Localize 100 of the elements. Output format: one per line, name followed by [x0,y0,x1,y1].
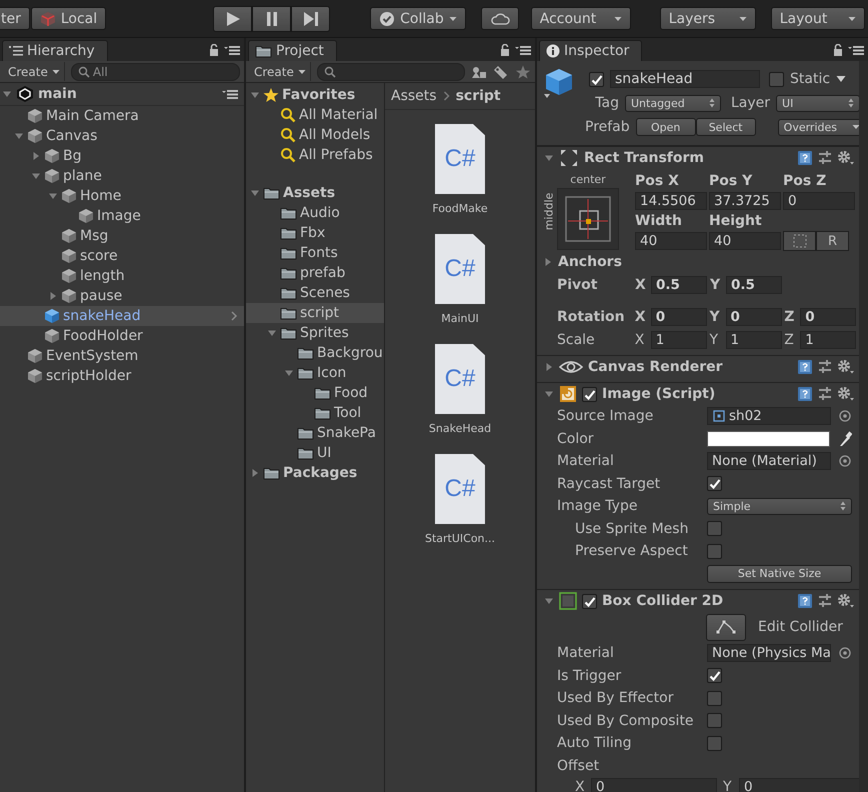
checkbox[interactable] [769,72,784,86]
number-field[interactable]: 0 [650,308,707,326]
color-field[interactable] [707,430,830,447]
tree-item[interactable]: EventSystem [0,346,244,366]
breadcrumb-item[interactable]: Assets [391,88,437,104]
component-header[interactable]: Box Collider 2D [537,589,859,612]
blueprint-button[interactable] [783,231,816,251]
tree-item[interactable]: Msg [0,226,244,246]
checkbox[interactable] [707,544,722,559]
component-header[interactable]: Canvas Renderer [537,355,859,378]
tree-item[interactable]: All Models [246,125,384,145]
hierarchy-tab[interactable]: Hierarchy [2,40,108,61]
tree-item[interactable]: Backgrou [246,343,384,363]
prefab-button[interactable]: Select [696,118,756,136]
sliders-icon[interactable] [817,593,833,609]
prefab-button[interactable]: Open [636,118,696,136]
tree-item[interactable]: snakeHead [0,306,244,326]
layers-dropdown[interactable]: Layers [660,7,756,30]
overrides-dropdown[interactable]: Overrides [778,118,859,136]
tree-item[interactable]: Fonts [246,243,384,263]
search-field[interactable]: All [70,62,240,80]
number-field[interactable]: 1 [650,330,707,348]
caret-icon[interactable] [836,75,846,83]
set-native-size-button[interactable]: Set Native Size [707,564,852,583]
tree-item[interactable]: Bg [0,146,244,166]
disclosure-arrow-icon[interactable] [544,153,554,163]
dropdown[interactable]: Simple [707,498,852,515]
tree-item[interactable]: All Material [246,105,384,125]
menu-icon[interactable] [224,44,240,54]
pause-button[interactable] [252,6,292,32]
number-field[interactable]: 40 [709,232,781,250]
number-field[interactable]: 37.3725 [709,192,781,210]
raw-edit-button[interactable]: R [816,231,849,251]
search-field[interactable] [316,62,465,80]
cloud-button[interactable] [480,7,519,30]
checkbox[interactable] [582,594,597,608]
number-field[interactable]: 1 [726,330,782,348]
tree-item[interactable]: scriptHolder [0,366,244,386]
disclosure-arrow-icon[interactable] [543,257,553,267]
filter-type-icon[interactable] [471,64,487,78]
help-icon[interactable] [797,386,813,402]
disclosure-arrow-icon[interactable] [267,328,277,338]
disclosure-arrow-icon[interactable] [250,90,260,100]
tree-item[interactable]: All Prefabs [246,145,384,165]
tree-item[interactable]: script [246,303,384,323]
lock-icon[interactable] [833,44,843,56]
chevron-icon[interactable] [230,311,238,321]
object-field[interactable]: None (Material) [707,452,831,470]
create-dropdown[interactable]: Create [4,62,65,81]
disclosure-arrow-icon[interactable] [544,389,554,399]
tree-item[interactable]: Food [246,383,384,403]
tree-item[interactable]: Canvas [0,126,244,146]
disclosure-arrow-icon[interactable] [544,362,554,372]
settings-icon[interactable] [837,386,855,402]
checkbox[interactable] [589,72,604,86]
checkbox[interactable] [707,713,722,728]
lock-icon[interactable] [500,44,510,56]
star-icon[interactable] [515,64,531,78]
number-field[interactable]: 0.5 [651,276,707,294]
tree-item[interactable]: Fbx [246,223,384,243]
tree-item[interactable]: Scenes [246,283,384,303]
anchor-preset[interactable] [557,188,619,250]
tree-item[interactable]: prefab [246,263,384,283]
tree-item[interactable]: SnakePa [246,423,384,443]
tree-item[interactable]: Icon [246,363,384,383]
tree-item[interactable]: Main Camera [0,106,244,126]
number-field[interactable]: 0 [800,308,856,326]
breadcrumb-item[interactable]: script [456,88,501,104]
tree-item[interactable]: FoodHolder [0,326,244,346]
tree-item[interactable]: pause [0,286,244,306]
disclosure-arrow-icon[interactable] [31,171,41,181]
number-field[interactable]: 0 [783,192,855,210]
inspector-tab[interactable]: Inspector [539,40,642,61]
layer-dropdown[interactable]: UI [776,94,859,112]
tree-item[interactable]: Packages [246,463,384,483]
space-toggle[interactable]: Local [30,7,106,30]
object-field[interactable]: sh02 [707,407,831,426]
play-button[interactable] [213,6,252,32]
number-field[interactable]: 1 [800,330,856,348]
tree-item[interactable]: Audio [246,203,384,223]
tree-item[interactable]: score [0,246,244,266]
menu-icon[interactable] [515,44,531,54]
disclosure-arrow-icon[interactable] [31,151,41,161]
tree-item[interactable]: Image [0,206,244,226]
checkbox[interactable] [707,521,722,536]
sliders-icon[interactable] [817,150,833,166]
tag-dropdown[interactable]: Untagged [625,94,721,112]
object-picker-icon[interactable] [839,455,851,468]
disclosure-arrow-icon[interactable] [14,131,24,141]
disclosure-arrow-icon[interactable] [250,188,260,198]
menu-icon[interactable] [222,89,238,99]
checkbox[interactable] [707,476,722,492]
disclosure-arrow-icon[interactable] [284,368,294,378]
number-field[interactable]: 0 [726,308,782,326]
tree-item[interactable]: UI [246,443,384,463]
settings-icon[interactable] [837,150,855,166]
checkbox[interactable] [707,736,722,751]
number-field[interactable]: 0 [591,778,717,792]
checkbox[interactable] [582,386,597,402]
eyedropper-icon[interactable] [838,430,852,447]
